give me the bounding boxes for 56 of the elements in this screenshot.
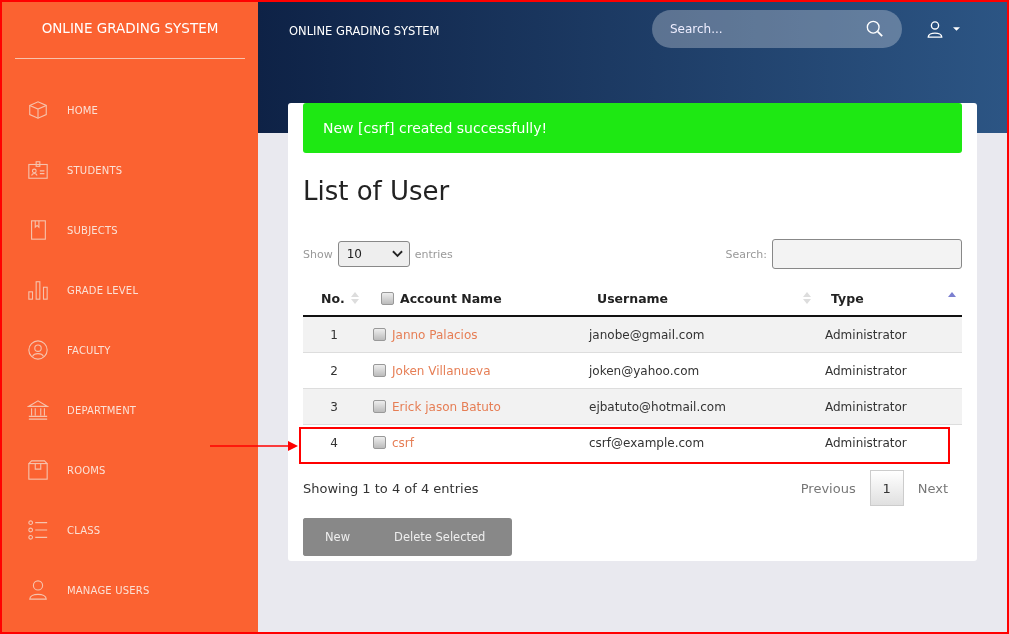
table-cell: Administrator: [819, 424, 962, 460]
checkbox[interactable]: [373, 436, 386, 449]
table-search-field[interactable]: [772, 239, 962, 269]
search-label: Search:: [725, 247, 767, 261]
sidebar-item[interactable]: GRADE LEVEL: [2, 260, 258, 320]
previous-link[interactable]: Previous: [786, 480, 870, 496]
column-header[interactable]: No.: [321, 290, 345, 306]
entries-label: entries: [414, 247, 453, 261]
sidebar-item[interactable]: HOME: [2, 80, 258, 140]
column-header[interactable]: Username: [597, 290, 669, 306]
chevron-icon: [391, 250, 403, 258]
checkbox[interactable]: [373, 364, 386, 377]
account-link[interactable]: Joken Villanueva: [392, 363, 491, 378]
sidebar-item[interactable]: SUBJECTS: [2, 200, 258, 260]
table-cell: 4: [330, 435, 338, 450]
header-title: ONLINE GRADING SYSTEM: [289, 24, 440, 38]
success-alert: New [csrf] created successfully!: [303, 103, 962, 153]
box-icon: [27, 459, 49, 481]
sidebar-item[interactable]: FACULTY: [2, 320, 258, 380]
checkbox[interactable]: [373, 328, 386, 341]
page-button[interactable]: 1: [869, 470, 904, 506]
sidebar-item[interactable]: STUDENTS: [2, 140, 258, 200]
table-cell: 3: [330, 399, 338, 414]
column-header[interactable]: Type: [831, 290, 864, 306]
table-cell: 1: [330, 327, 338, 342]
sidebar-item[interactable]: CLASS: [2, 500, 258, 560]
table-cell: ejbatuto@hotmail.com: [585, 388, 819, 425]
account-link[interactable]: csrf: [392, 435, 414, 450]
show-label: Show: [303, 247, 333, 261]
column-header[interactable]: Account Name: [400, 290, 502, 306]
sidebar-item[interactable]: MANAGE USERS: [2, 560, 258, 620]
building-icon: [27, 399, 49, 421]
table-cell: Administrator: [819, 388, 962, 425]
id-card-icon: [27, 159, 49, 181]
sidebar-title: ONLINE GRADING SYSTEM: [40, 19, 220, 38]
table-cell: csrf@example.com: [585, 424, 819, 460]
sidebar-item[interactable]: DEPARTMENT: [2, 380, 258, 440]
next-link[interactable]: Next: [903, 480, 962, 496]
table-cell: janobe@gmail.com: [585, 316, 819, 353]
bar-chart-icon: [27, 279, 49, 301]
user-icon: [27, 579, 49, 601]
table-info: Showing 1 to 4 of 4 entries: [303, 480, 479, 496]
account-link[interactable]: Janno Palacios: [392, 327, 478, 342]
user-icon[interactable]: [926, 20, 944, 38]
entries-dropdown[interactable]: 10: [337, 241, 410, 267]
sidebar-item[interactable]: ROOMS: [2, 440, 258, 500]
search-icon[interactable]: [866, 20, 884, 38]
list-icon: [27, 519, 49, 541]
cube-icon: [27, 99, 49, 121]
table-cell: Administrator: [819, 316, 962, 353]
page-title: List of User: [303, 175, 451, 208]
user-circle-icon: [27, 339, 49, 361]
checkbox[interactable]: [381, 291, 394, 305]
caret-icon[interactable]: [953, 27, 960, 32]
table-cell: 2: [330, 363, 338, 378]
checkbox[interactable]: [373, 400, 386, 413]
